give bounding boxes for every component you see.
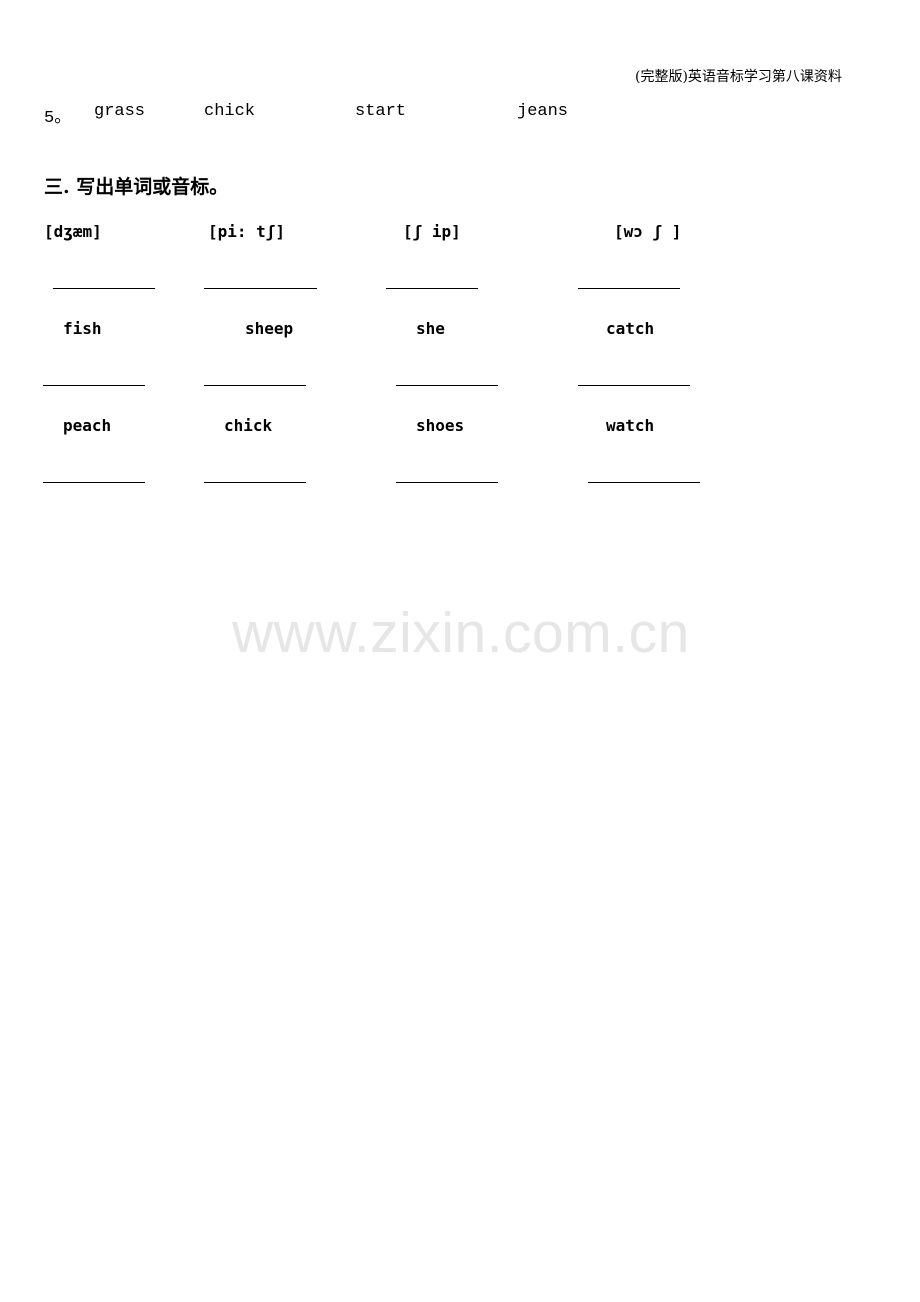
phonetic-4: [wɔ ʃ ] — [614, 222, 682, 241]
answer-line[interactable] — [588, 482, 700, 483]
answer-line[interactable] — [43, 482, 145, 483]
document-header-title: (完整版)英语音标学习第八课资料 — [635, 69, 842, 85]
answer-line[interactable] — [204, 385, 306, 386]
word-sheep: sheep — [245, 319, 294, 338]
word-shoes: shoes — [416, 416, 465, 435]
word-start: start — [355, 102, 407, 121]
answer-line[interactable] — [53, 288, 155, 289]
word-peach: peach — [63, 416, 112, 435]
answer-line[interactable] — [204, 288, 317, 289]
answer-line[interactable] — [396, 482, 498, 483]
phonetic-1: [dʒæm] — [44, 222, 102, 241]
section-heading: 三. 写出单词或音标。 — [44, 176, 229, 198]
watermark: www.zixin.com.cn — [232, 601, 690, 665]
word-catch: catch — [606, 319, 655, 338]
answer-line[interactable] — [578, 385, 690, 386]
word-chick-2: chick — [224, 416, 273, 435]
answer-line[interactable] — [578, 288, 680, 289]
answer-line[interactable] — [386, 288, 478, 289]
word-jeans: jeans — [517, 102, 569, 121]
word-she: she — [416, 319, 445, 338]
answer-line[interactable] — [204, 482, 306, 483]
answer-line[interactable] — [396, 385, 498, 386]
word-fish: fish — [63, 319, 102, 338]
word-chick: chick — [204, 102, 256, 121]
answer-line[interactable] — [43, 385, 145, 386]
phonetic-2: [pi: tʃ] — [208, 222, 286, 241]
word-watch: watch — [606, 416, 655, 435]
item-number: 5。 — [44, 109, 72, 128]
word-grass: grass — [94, 102, 146, 121]
phonetic-3: [ʃ ip] — [403, 222, 461, 241]
